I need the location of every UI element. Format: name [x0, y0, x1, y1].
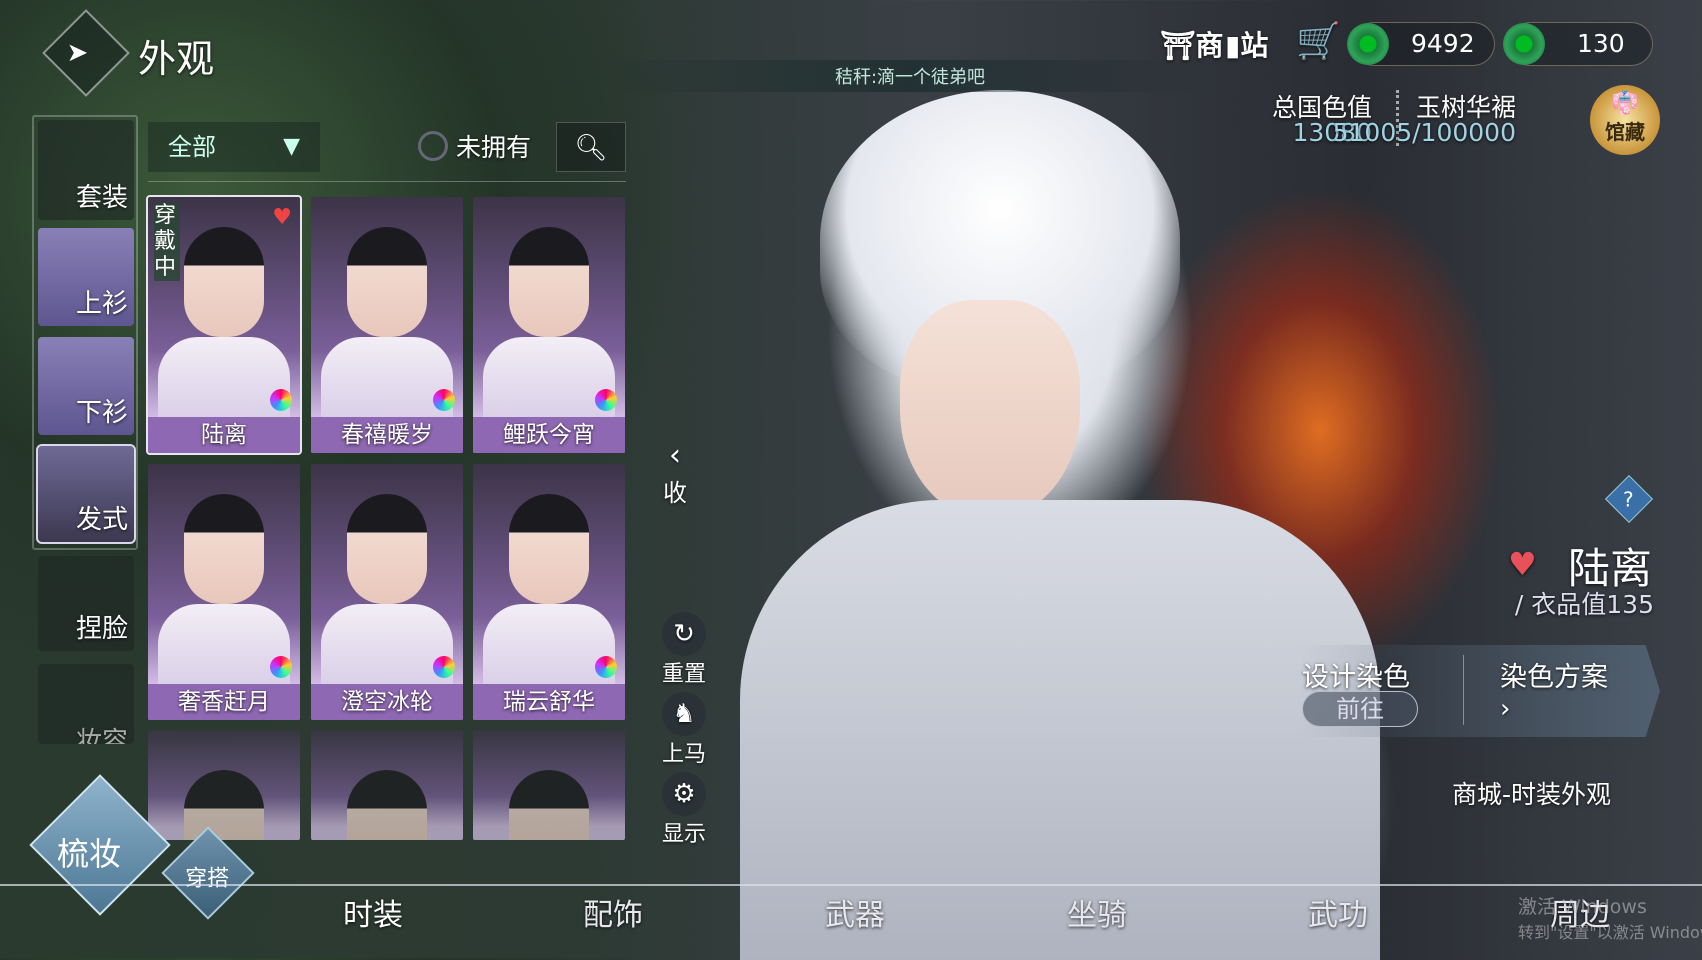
tab-fashion[interactable]: 时装: [313, 890, 433, 934]
merchant-icon: ⛩: [1160, 29, 1196, 62]
hairstyle-card[interactable]: 穿戴中 ♥ 陆离: [146, 195, 302, 455]
help-button[interactable]: ?: [1604, 474, 1654, 524]
heart-icon[interactable]: ♥: [272, 205, 292, 230]
hairstyle-card[interactable]: 澄空冰轮: [311, 464, 463, 720]
mount-button[interactable]: ♞ 上马: [656, 692, 712, 768]
hairstyle-card[interactable]: [148, 730, 300, 840]
dye-icon: [433, 389, 455, 411]
station-button[interactable]: ▮站: [1225, 24, 1268, 64]
currency-pill-1[interactable]: 9492: [1347, 22, 1495, 66]
mode-outfit-button[interactable]: 穿搭: [161, 826, 255, 920]
museum-button[interactable]: 👘 馆藏: [1590, 85, 1660, 155]
gear-icon: ⚙: [662, 772, 706, 816]
hairstyle-card[interactable]: [311, 730, 463, 840]
tab-martial-arts[interactable]: 武功: [1278, 890, 1398, 934]
category-dropdown[interactable]: 全部 ▼: [148, 122, 320, 172]
search-icon: 🔍︎: [574, 133, 608, 163]
display-button[interactable]: ⚙ 显示: [656, 772, 712, 848]
shop-link[interactable]: 商城-时装外观: [1452, 775, 1611, 811]
back-arrow-icon: ➤: [66, 37, 89, 68]
item-quality: / 衣品值135: [1514, 590, 1654, 619]
sidebar-item-face[interactable]: 捏脸: [38, 556, 134, 651]
windows-watermark: 激活 Windows 转到"设置"以激活 Windows。: [1518, 896, 1702, 942]
filter-divider: [148, 181, 626, 182]
shop-button[interactable]: ⛩商: [1160, 24, 1224, 64]
design-dye-label: 设计染色: [1302, 662, 1410, 693]
dye-icon: [595, 389, 617, 411]
character-face: [900, 300, 1080, 520]
robe-icon: 👘: [1611, 91, 1639, 116]
collection-value: 51005/100000: [1332, 118, 1516, 147]
jade-coin-icon: [1503, 23, 1545, 65]
chevron-left-icon: ‹: [669, 438, 681, 473]
hairstyle-card[interactable]: 奢香赶月: [148, 464, 300, 720]
chevron-down-icon: ▼: [283, 134, 300, 159]
hairstyle-card[interactable]: 鲤跃今宵: [473, 197, 625, 453]
dye-icon: [595, 656, 617, 678]
dye-icon: [433, 656, 455, 678]
chevron-right-icon: ›: [1500, 694, 1511, 724]
chat-banner: 秸秆:滴一个徒弟吧: [600, 60, 1220, 92]
dye-scheme-button[interactable]: 染色方案 ›: [1500, 655, 1608, 724]
reset-button[interactable]: ↻ 重置: [656, 612, 712, 688]
go-button[interactable]: 前往: [1302, 691, 1418, 727]
sidebar-item-hairstyle[interactable]: 发式: [36, 444, 136, 544]
currency-pill-2[interactable]: 130: [1503, 22, 1653, 66]
sidebar-item-top[interactable]: 上衫: [38, 228, 134, 326]
radio-icon: [418, 131, 448, 161]
horse-icon: ♞: [662, 692, 706, 736]
search-button[interactable]: 🔍︎: [556, 122, 626, 172]
tab-accessories[interactable]: 配饰: [553, 890, 673, 934]
question-icon: ?: [1622, 487, 1634, 512]
heart-icon: ♥: [1508, 545, 1537, 583]
dye-icon: [270, 389, 292, 411]
collapse-button[interactable]: ‹ 收: [660, 438, 690, 508]
tab-mounts[interactable]: 坐骑: [1037, 890, 1157, 934]
sidebar-item-makeup[interactable]: 妆容: [38, 664, 134, 744]
dye-icon: [270, 656, 292, 678]
page-title: 外观: [138, 37, 215, 81]
sidebar-item-bottom[interactable]: 下衫: [38, 337, 134, 435]
hairstyle-card[interactable]: 春禧暖岁: [311, 197, 463, 453]
dye-divider: [1463, 655, 1464, 725]
hairstyle-card[interactable]: [473, 730, 625, 840]
tab-bar-line: [0, 884, 1702, 886]
sidebar-item-suit[interactable]: 套装: [38, 120, 134, 220]
hairstyle-card[interactable]: 瑞云舒华: [473, 464, 625, 720]
robe-icon: ▮: [1225, 29, 1241, 62]
back-button[interactable]: ➤: [42, 9, 130, 97]
cart-icon[interactable]: 🛒: [1296, 20, 1341, 62]
jade-coin-icon: [1347, 23, 1389, 65]
wearing-badge: 穿戴中: [154, 203, 180, 281]
unowned-filter[interactable]: 未拥有: [418, 128, 531, 164]
reset-icon: ↻: [662, 612, 706, 656]
tab-weapons[interactable]: 武器: [795, 890, 915, 934]
